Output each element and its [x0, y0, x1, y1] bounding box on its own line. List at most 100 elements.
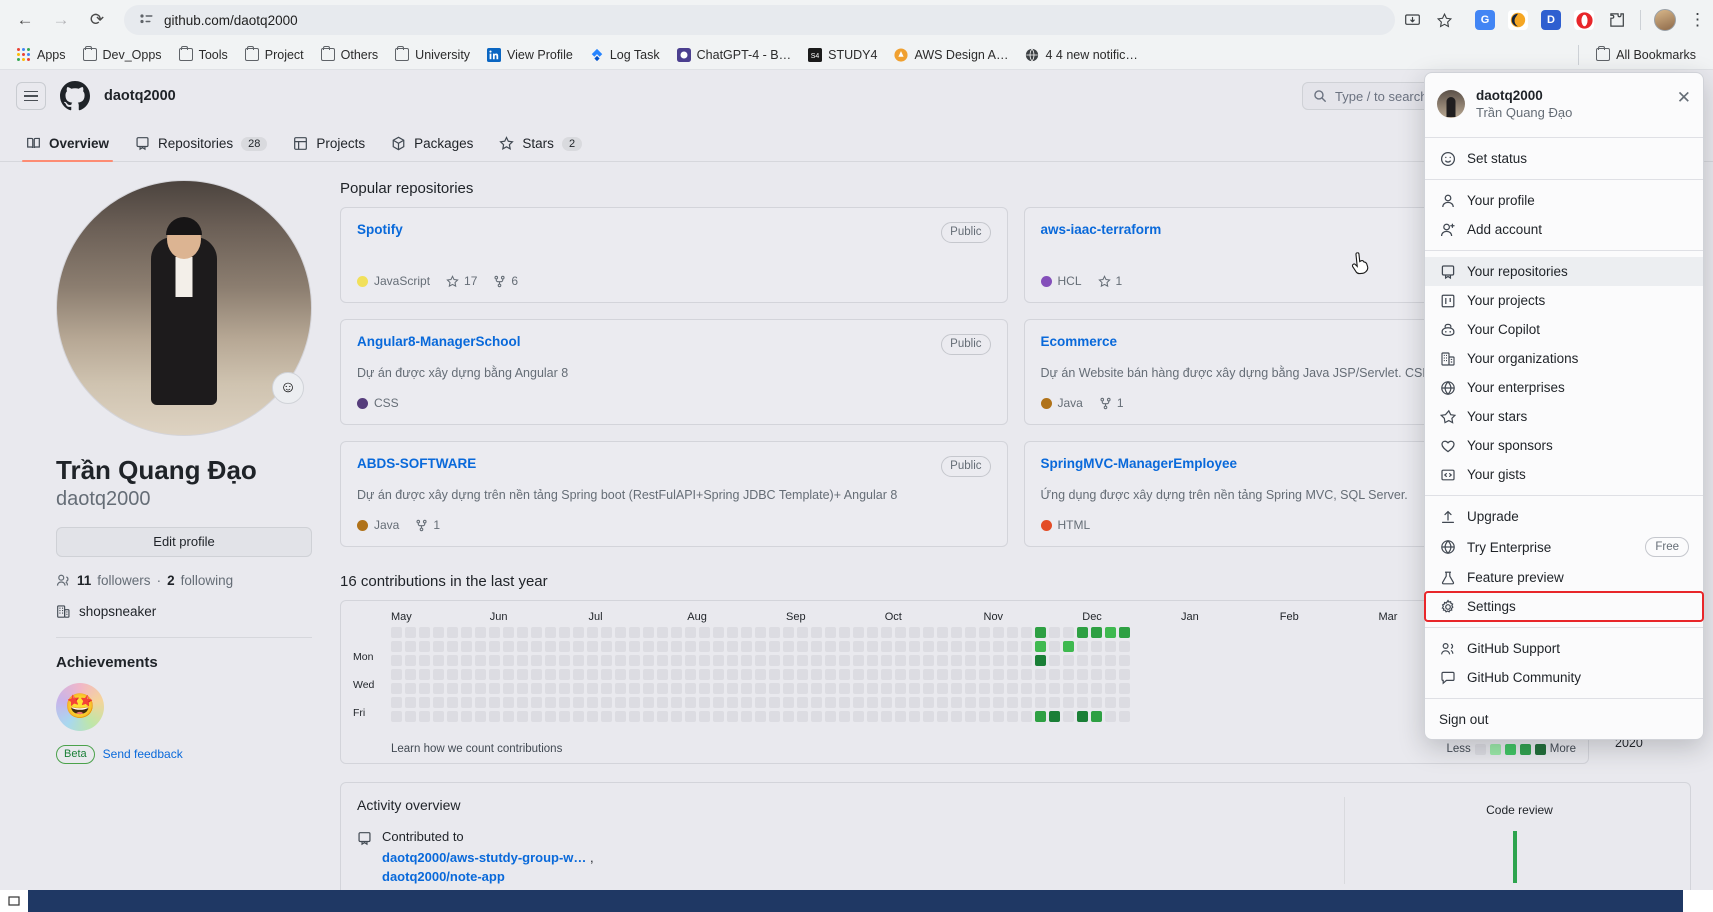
- repo-name[interactable]: Spotify: [357, 222, 403, 237]
- calendar-day-cell[interactable]: [657, 641, 668, 653]
- calendar-day-cell[interactable]: [685, 683, 696, 695]
- calendar-day-cell[interactable]: [489, 697, 500, 709]
- chrome-menu-icon[interactable]: ⋮: [1689, 10, 1706, 30]
- calendar-day-cell[interactable]: [1063, 697, 1074, 709]
- calendar-day-cell[interactable]: [1049, 697, 1060, 709]
- calendar-day-cell[interactable]: [1063, 683, 1074, 695]
- calendar-day-cell[interactable]: [979, 669, 990, 681]
- repo-name[interactable]: Ecommerce: [1041, 334, 1118, 349]
- calendar-day-cell[interactable]: [741, 683, 752, 695]
- calendar-day-cell[interactable]: [601, 641, 612, 653]
- repo-forks[interactable]: 6: [493, 274, 518, 288]
- calendar-day-cell[interactable]: [419, 627, 430, 639]
- calendar-day-cell[interactable]: [1049, 711, 1060, 723]
- calendar-day-cell[interactable]: [1035, 711, 1046, 723]
- calendar-day-cell[interactable]: [797, 641, 808, 653]
- calendar-day-cell[interactable]: [937, 697, 948, 709]
- calendar-day-cell[interactable]: [811, 669, 822, 681]
- calendar-day-cell[interactable]: [447, 697, 458, 709]
- calendar-day-cell[interactable]: [965, 627, 976, 639]
- calendar-day-cell[interactable]: [419, 683, 430, 695]
- calendar-day-cell[interactable]: [587, 697, 598, 709]
- menu-item-your-projects[interactable]: Your projects: [1425, 286, 1703, 315]
- calendar-day-cell[interactable]: [629, 641, 640, 653]
- calendar-day-cell[interactable]: [853, 669, 864, 681]
- calendar-day-cell[interactable]: [797, 683, 808, 695]
- calendar-day-cell[interactable]: [699, 697, 710, 709]
- opera-vpn-extension-icon[interactable]: [1574, 10, 1594, 30]
- calendar-day-cell[interactable]: [923, 669, 934, 681]
- calendar-day-cell[interactable]: [643, 711, 654, 723]
- calendar-day-cell[interactable]: [727, 711, 738, 723]
- calendar-day-cell[interactable]: [923, 655, 934, 667]
- calendar-day-cell[interactable]: [503, 711, 514, 723]
- calendar-day-cell[interactable]: [1049, 669, 1060, 681]
- calendar-day-cell[interactable]: [755, 683, 766, 695]
- calendar-day-cell[interactable]: [965, 655, 976, 667]
- calendar-day-cell[interactable]: [1119, 641, 1130, 653]
- calendar-day-cell[interactable]: [475, 669, 486, 681]
- calendar-day-cell[interactable]: [755, 669, 766, 681]
- repo-card[interactable]: Angular8-ManagerSchool Public Dự án được…: [340, 319, 1008, 426]
- calendar-day-cell[interactable]: [979, 641, 990, 653]
- calendar-day-cell[interactable]: [587, 669, 598, 681]
- calendar-day-cell[interactable]: [671, 683, 682, 695]
- calendar-day-cell[interactable]: [391, 655, 402, 667]
- calendar-day-cell[interactable]: [1021, 697, 1032, 709]
- bookmark-tools[interactable]: Tools: [172, 45, 235, 65]
- taskbar-item[interactable]: [1683, 890, 1713, 912]
- calendar-day-cell[interactable]: [769, 697, 780, 709]
- calendar-day-cell[interactable]: [783, 711, 794, 723]
- calendar-day-cell[interactable]: [727, 641, 738, 653]
- calendar-day-cell[interactable]: [1007, 697, 1018, 709]
- calendar-day-cell[interactable]: [671, 711, 682, 723]
- activity-repo-link[interactable]: daotq2000/aws-stutdy-group-w…: [382, 850, 586, 865]
- calendar-day-cell[interactable]: [699, 669, 710, 681]
- calendar-day-cell[interactable]: [1119, 697, 1130, 709]
- calendar-day-cell[interactable]: [587, 683, 598, 695]
- calendar-day-cell[interactable]: [839, 683, 850, 695]
- calendar-day-cell[interactable]: [713, 627, 724, 639]
- calendar-day-cell[interactable]: [517, 697, 528, 709]
- calendar-day-cell[interactable]: [839, 627, 850, 639]
- calendar-day-cell[interactable]: [405, 697, 416, 709]
- calendar-day-cell[interactable]: [1105, 641, 1116, 653]
- calendar-day-cell[interactable]: [1105, 655, 1116, 667]
- calendar-day-cell[interactable]: [741, 711, 752, 723]
- calendar-day-cell[interactable]: [783, 627, 794, 639]
- calendar-day-cell[interactable]: [1007, 711, 1018, 723]
- calendar-day-cell[interactable]: [1021, 641, 1032, 653]
- back-button[interactable]: ←: [10, 5, 40, 35]
- calendar-day-cell[interactable]: [545, 711, 556, 723]
- calendar-day-cell[interactable]: [1063, 669, 1074, 681]
- calendar-day-cell[interactable]: [545, 697, 556, 709]
- calendar-day-cell[interactable]: [853, 683, 864, 695]
- calendar-day-cell[interactable]: [1007, 627, 1018, 639]
- calendar-day-cell[interactable]: [615, 697, 626, 709]
- calendar-day-cell[interactable]: [755, 641, 766, 653]
- calendar-day-cell[interactable]: [937, 683, 948, 695]
- calendar-day-cell[interactable]: [951, 683, 962, 695]
- calendar-day-cell[interactable]: [531, 669, 542, 681]
- calendar-day-cell[interactable]: [391, 669, 402, 681]
- calendar-day-cell[interactable]: [615, 683, 626, 695]
- calendar-day-cell[interactable]: [783, 655, 794, 667]
- calendar-day-cell[interactable]: [881, 641, 892, 653]
- calendar-day-cell[interactable]: [1049, 683, 1060, 695]
- calendar-day-cell[interactable]: [419, 669, 430, 681]
- calendar-day-cell[interactable]: [461, 641, 472, 653]
- calendar-day-cell[interactable]: [909, 683, 920, 695]
- menu-item-your-stars[interactable]: Your stars: [1425, 402, 1703, 431]
- calendar-day-cell[interactable]: [405, 669, 416, 681]
- repo-card[interactable]: Spotify Public JavaScript 17 6: [340, 207, 1008, 303]
- calendar-day-cell[interactable]: [699, 711, 710, 723]
- organization-name[interactable]: shopsneaker: [79, 604, 156, 619]
- calendar-day-cell[interactable]: [1021, 627, 1032, 639]
- forward-button[interactable]: →: [46, 5, 76, 35]
- calendar-day-cell[interactable]: [1007, 655, 1018, 667]
- menu-item-add-account[interactable]: Add account: [1425, 215, 1703, 244]
- calendar-day-cell[interactable]: [853, 711, 864, 723]
- calendar-day-cell[interactable]: [629, 627, 640, 639]
- calendar-day-cell[interactable]: [503, 627, 514, 639]
- calendar-day-cell[interactable]: [839, 711, 850, 723]
